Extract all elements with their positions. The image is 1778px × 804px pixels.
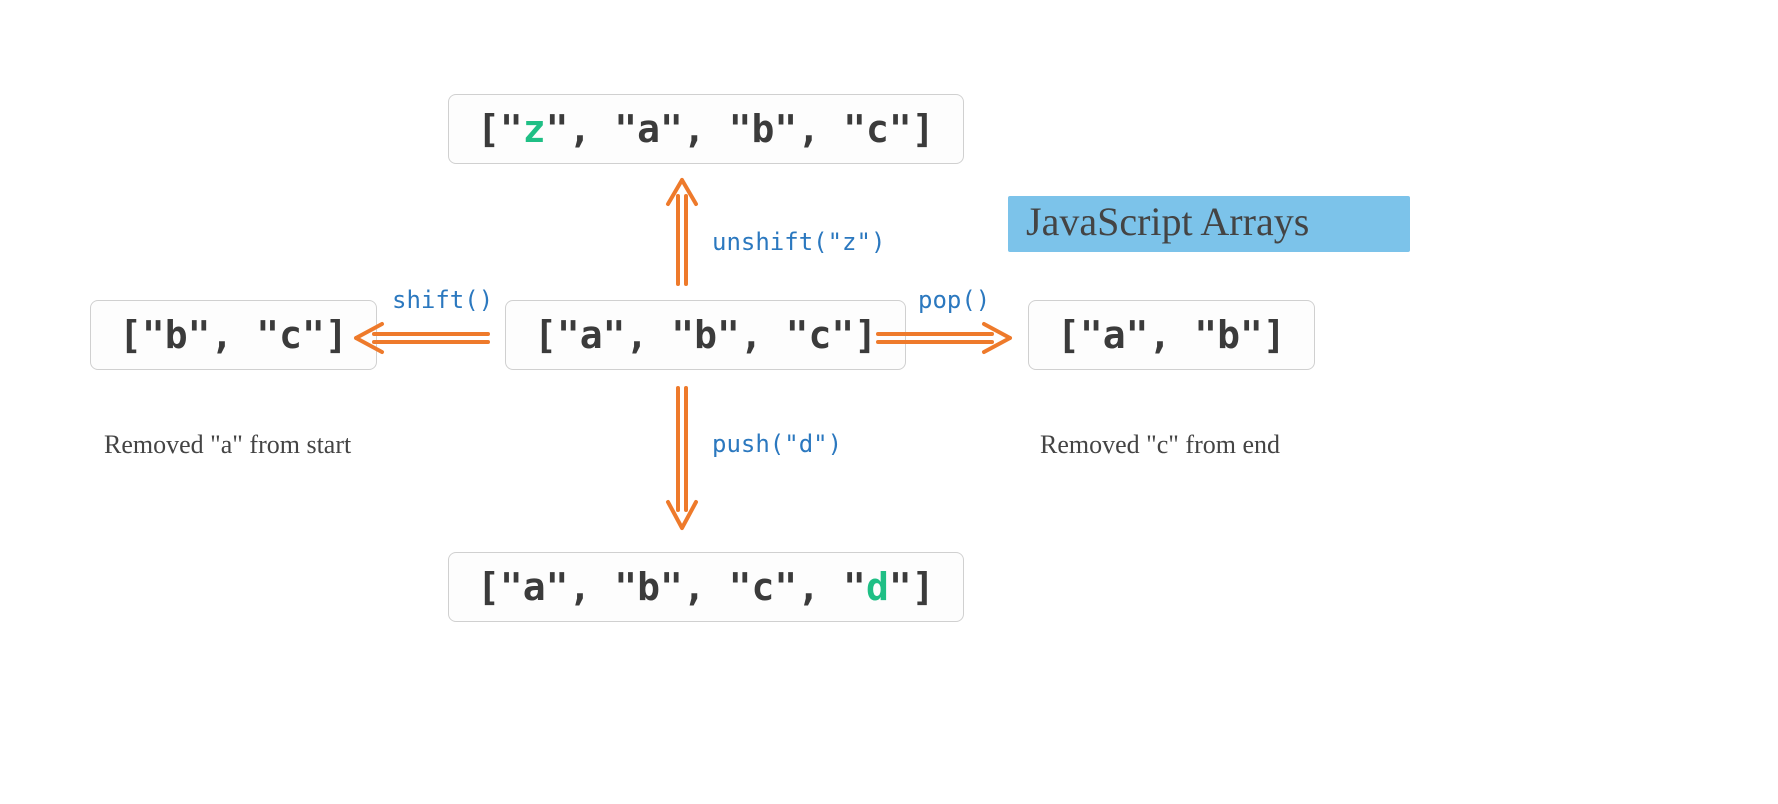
arrow-left-icon (348, 318, 498, 358)
method-label-shift: shift() (392, 286, 493, 314)
method-label-push: push("d") (712, 430, 842, 458)
arrow-up-icon (662, 174, 702, 294)
diagram-stage: ["a", "b", "c"] ["z", "a", "b", "c"] ["a… (0, 0, 1778, 804)
note-left: Removed "a" from start (104, 430, 351, 460)
array-box-bottom: ["a", "b", "c", "d"] (448, 552, 964, 622)
arrow-down-icon (662, 378, 702, 538)
method-label-unshift: unshift("z") (712, 228, 885, 256)
array-box-left: ["b", "c"] (90, 300, 377, 370)
method-label-pop: pop() (918, 286, 990, 314)
arrow-right-icon (868, 318, 1018, 358)
array-box-center: ["a", "b", "c"] (505, 300, 906, 370)
array-box-top: ["z", "a", "b", "c"] (448, 94, 964, 164)
note-right: Removed "c" from end (1040, 430, 1280, 460)
diagram-title: JavaScript Arrays (1008, 194, 1327, 249)
array-box-right: ["a", "b"] (1028, 300, 1315, 370)
